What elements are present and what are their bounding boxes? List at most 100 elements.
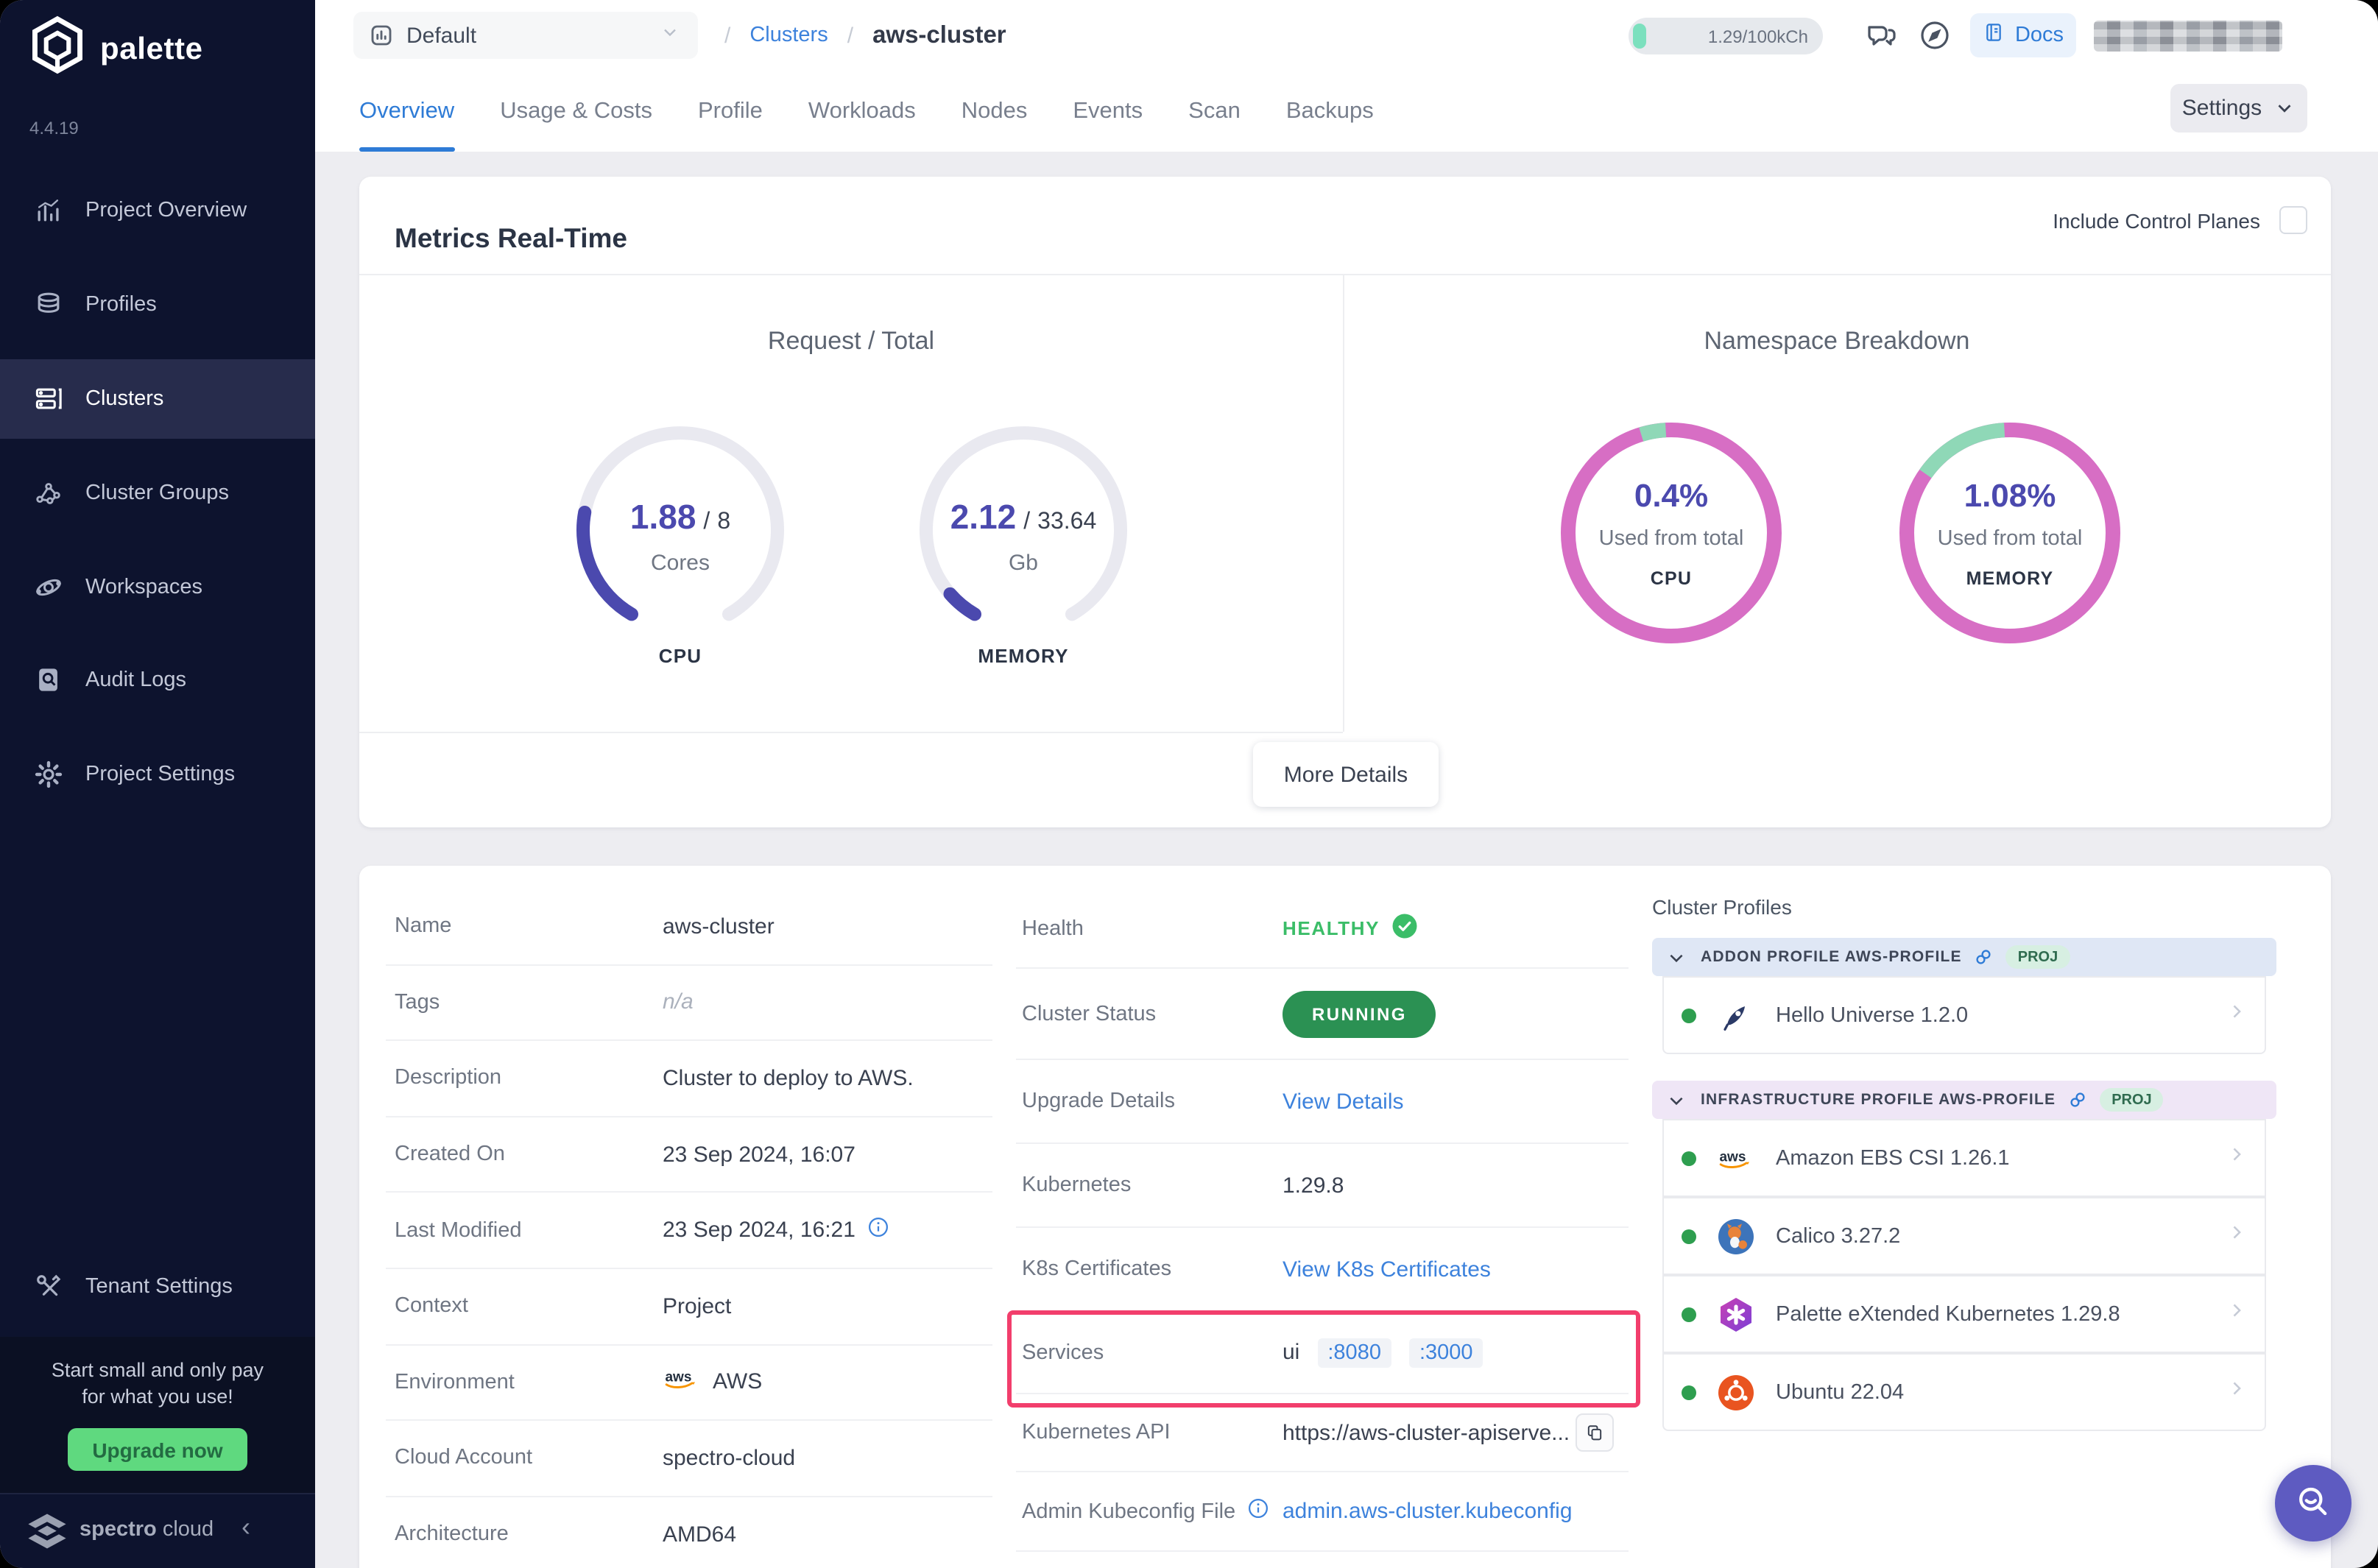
sidebar-item-clusters[interactable]: Clusters — [0, 359, 315, 439]
sidebar-item-label: Clusters — [85, 387, 163, 411]
breadcrumb-clusters-link[interactable]: Clusters — [749, 24, 828, 47]
breadcrumb: / Clusters / aws-cluster — [724, 0, 1006, 71]
more-details-button[interactable]: More Details — [1253, 742, 1439, 807]
view-details-link[interactable]: View Details — [1283, 1089, 1404, 1114]
memory-unit: Gb — [906, 551, 1141, 576]
chevron-right-icon — [2226, 1144, 2247, 1172]
project-selector[interactable]: Default — [353, 12, 698, 59]
tab-profile[interactable]: Profile — [698, 71, 763, 152]
tab-events[interactable]: Events — [1073, 71, 1143, 152]
brand-logo: palette — [27, 15, 203, 84]
namespace-breakdown-title: Namespace Breakdown — [1343, 327, 2331, 356]
check-circle-icon — [1391, 912, 1418, 944]
hello-universe-icon — [1717, 996, 1755, 1034]
tools-icon — [32, 1271, 65, 1303]
namespace-cpu-caption: Used from total — [1553, 527, 1789, 551]
cpu-total-value: 8 — [717, 509, 730, 536]
collapse-sidebar-icon[interactable]: ‹ — [241, 1512, 250, 1543]
infrastructure-profile-header[interactable]: INFRASTRUCTURE PROFILE AWS-PROFILE PROJ — [1652, 1081, 2276, 1119]
copy-icon[interactable] — [1576, 1413, 1614, 1452]
status-dot-green — [1682, 1151, 1696, 1165]
info-icon[interactable] — [867, 1216, 889, 1244]
profile-row-amazon-ebs-csi[interactable]: aws Amazon EBS CSI 1.26.1 — [1662, 1119, 2266, 1197]
tab-overview[interactable]: Overview — [359, 71, 454, 152]
tab-scan[interactable]: Scan — [1188, 71, 1241, 152]
addon-profile-header[interactable]: ADDON PROFILE AWS-PROFILE PROJ — [1652, 938, 2276, 976]
detail-row-tags: Tags n/a — [386, 965, 992, 1041]
profile-row-ubuntu[interactable]: Ubuntu 22.04 — [1662, 1353, 2266, 1431]
upgrade-now-button[interactable]: Upgrade now — [68, 1428, 247, 1471]
pxk-hexagon-icon — [1717, 1295, 1755, 1333]
chevron-right-icon — [2226, 1300, 2247, 1328]
detail-row-upgrade-details: Upgrade Details View Details — [1016, 1060, 1629, 1144]
settings-button[interactable]: Settings — [2170, 84, 2307, 133]
aws-logo-icon: aws — [663, 1367, 701, 1398]
view-k8s-certificates-link[interactable]: View K8s Certificates — [1283, 1257, 1491, 1282]
metrics-realtime-card: Metrics Real-Time Include Control Planes… — [359, 177, 2331, 827]
kubeconfig-download-link[interactable]: admin.aws-cluster.kubeconfig — [1283, 1499, 1573, 1524]
status-dot-green — [1682, 1307, 1696, 1321]
sidebar-item-label: Tenant Settings — [85, 1275, 233, 1299]
cpu-gauge-label: CPU — [562, 645, 798, 667]
info-icon[interactable] — [1247, 1497, 1269, 1525]
sidebar-item-workspaces[interactable]: Workspaces — [0, 548, 315, 627]
usage-credits-value: 1.29/100kCh — [1708, 26, 1808, 46]
detail-row-last-modified: Last Modified 23 Sep 2024, 16:21 — [386, 1193, 992, 1269]
sidebar-item-project-settings[interactable]: Project Settings — [0, 735, 315, 814]
tab-backups[interactable]: Backups — [1286, 71, 1374, 152]
user-menu-redacted[interactable] — [2094, 21, 2282, 52]
mini-chart-icon — [368, 22, 395, 56]
sidebar-item-project-overview[interactable]: Project Overview — [0, 171, 315, 250]
memory-request-gauge: 2.12/33.64 Gb MEMORY — [906, 412, 1141, 674]
service-port-3000-link[interactable]: :3000 — [1409, 1338, 1483, 1367]
detail-row-health: Health HEALTHY — [1016, 889, 1629, 969]
project-selector-value: Default — [406, 23, 476, 48]
cluster-tabs-bar: Overview Usage & Costs Profile Workloads… — [315, 71, 2378, 152]
gear-icon — [32, 758, 65, 791]
cluster-details-card: Name aws-cluster Tags n/a Description Cl… — [359, 866, 2331, 1568]
sidebar-item-profiles[interactable]: Profiles — [0, 265, 315, 345]
promo-text-line1: Start small and only pay — [0, 1337, 315, 1384]
sidebar-item-audit-logs[interactable]: Audit Logs — [0, 640, 315, 720]
status-dot-green — [1682, 1008, 1696, 1023]
cluster-info-column: Name aws-cluster Tags n/a Description Cl… — [386, 889, 992, 1568]
usage-credits-pill: 1.29/100kCh — [1629, 18, 1823, 54]
service-port-8080-link[interactable]: :8080 — [1317, 1338, 1391, 1367]
tabs: Overview Usage & Costs Profile Workloads… — [359, 71, 1374, 152]
link-icon[interactable] — [2067, 1090, 2088, 1110]
request-total-title: Request / Total — [359, 327, 1343, 356]
compass-icon[interactable] — [1917, 18, 1952, 53]
chevron-right-icon — [2226, 1378, 2247, 1406]
docs-button[interactable]: Docs — [1970, 13, 2076, 57]
chevron-down-icon — [660, 21, 680, 49]
cluster-status-badge: RUNNING — [1283, 990, 1436, 1037]
clusters-icon — [32, 383, 65, 415]
ubuntu-icon — [1717, 1373, 1755, 1411]
link-icon[interactable] — [1974, 947, 1994, 967]
namespace-memory-label: MEMORY — [1892, 568, 2128, 589]
include-control-planes-label: Include Control Planes — [2053, 209, 2260, 233]
upgrade-promo: Start small and only pay for what you us… — [0, 1337, 315, 1493]
sidebar-item-tenant-settings[interactable]: Tenant Settings — [0, 1247, 315, 1327]
chat-icon[interactable] — [1864, 18, 1899, 53]
orbit-icon — [32, 571, 65, 604]
tab-usage-costs[interactable]: Usage & Costs — [500, 71, 652, 152]
promo-text-line2: for what you use! — [0, 1384, 315, 1410]
chevron-right-icon — [2226, 1222, 2247, 1250]
audit-log-icon — [32, 664, 65, 696]
include-control-planes-checkbox[interactable] — [2279, 206, 2307, 234]
tab-nodes[interactable]: Nodes — [962, 71, 1028, 152]
cluster-status-column: Health HEALTHY Cluster Status RUNNING Up… — [1016, 889, 1629, 1552]
spectro-cloud-logo-icon — [24, 1511, 71, 1559]
settings-label: Settings — [2182, 96, 2262, 121]
support-search-fab[interactable] — [2275, 1465, 2351, 1541]
profile-row-hello-universe[interactable]: Hello Universe 1.2.0 — [1662, 976, 2266, 1054]
profile-row-palette-extended-kubernetes[interactable]: Palette eXtended Kubernetes 1.29.8 — [1662, 1275, 2266, 1353]
sidebar-item-cluster-groups[interactable]: Cluster Groups — [0, 453, 315, 533]
detail-row-context: Context Project — [386, 1269, 992, 1345]
profile-row-calico[interactable]: Calico 3.27.2 — [1662, 1197, 2266, 1275]
sidebar-item-label: Audit Logs — [85, 668, 186, 692]
detail-row-services: Services ui :8080 :3000 — [1016, 1312, 1629, 1394]
namespace-memory-percent: 1.08% — [1892, 477, 2128, 515]
tab-workloads[interactable]: Workloads — [808, 71, 916, 152]
